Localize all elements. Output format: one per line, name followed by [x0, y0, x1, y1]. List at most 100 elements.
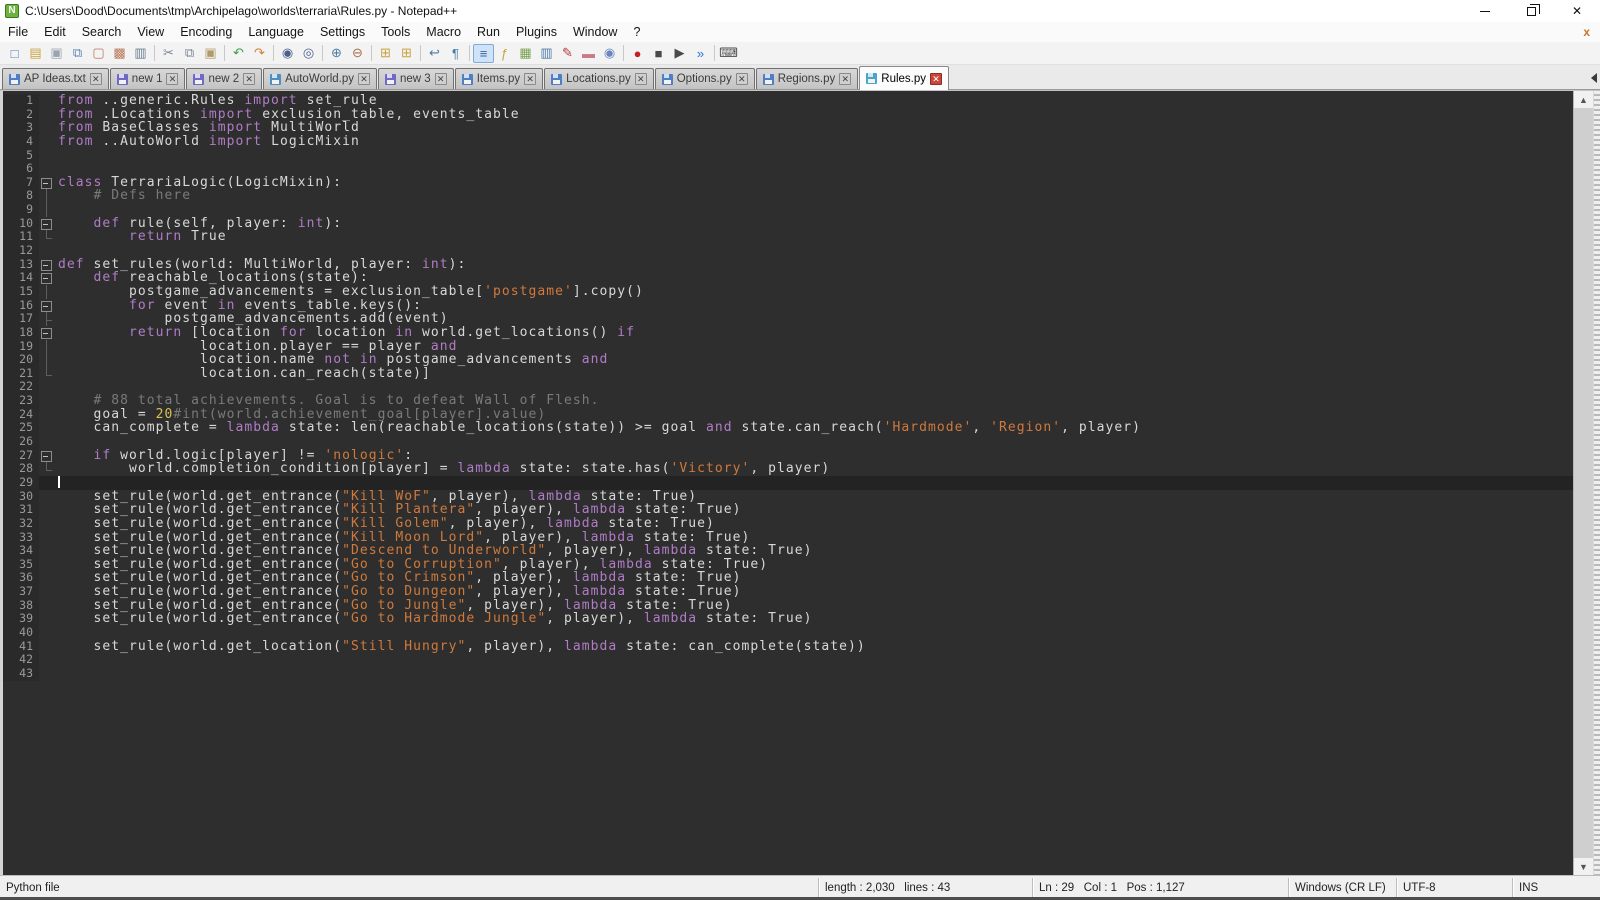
code-line[interactable]: 12 — [3, 244, 1573, 258]
line-number[interactable]: 31 — [3, 503, 39, 517]
code-line[interactable]: 16 for event in events_table.keys(): — [3, 299, 1573, 313]
redo-icon[interactable]: ↷ — [249, 44, 270, 63]
tab-close-icon[interactable]: ✕ — [524, 73, 536, 85]
line-number[interactable]: 19 — [3, 340, 39, 354]
fold-collapse-icon[interactable] — [39, 258, 54, 272]
menu-language[interactable]: Language — [240, 23, 312, 41]
line-number[interactable]: 32 — [3, 517, 39, 531]
line-number[interactable]: 33 — [3, 531, 39, 545]
code-line[interactable]: 31 set_rule(world.get_entrance("Kill Pla… — [3, 503, 1573, 517]
minimize-button[interactable] — [1462, 0, 1508, 22]
menu-macro[interactable]: Macro — [418, 23, 469, 41]
code-line[interactable]: 34 set_rule(world.get_entrance("Descend … — [3, 544, 1573, 558]
line-number[interactable]: 35 — [3, 558, 39, 572]
line-number[interactable]: 8 — [3, 189, 39, 203]
code-line[interactable]: 39 set_rule(world.get_entrance("Go to Ha… — [3, 612, 1573, 626]
menubar-close-doc-icon[interactable]: x — [1573, 25, 1600, 39]
tab-close-icon[interactable]: ✕ — [166, 73, 178, 85]
code-line[interactable]: 19 location.player == player and — [3, 340, 1573, 354]
tab-options-py[interactable]: Options.py✕ — [655, 68, 755, 89]
line-number[interactable]: 16 — [3, 299, 39, 313]
fold-collapse-icon[interactable] — [39, 299, 54, 313]
line-number[interactable]: 36 — [3, 571, 39, 585]
code-line[interactable]: 17 postgame_advancements.add(event) — [3, 312, 1573, 326]
fold-collapse-icon[interactable] — [39, 217, 54, 231]
restore-button[interactable] — [1508, 0, 1554, 22]
replace-icon[interactable]: ◎ — [298, 44, 319, 63]
menu-tools[interactable]: Tools — [373, 23, 418, 41]
word-wrap-icon[interactable]: ↩ — [424, 44, 445, 63]
code-line[interactable]: 25 can_complete = lambda state: len(reac… — [3, 421, 1573, 435]
code-line[interactable]: 11 return True — [3, 230, 1573, 244]
menu-file[interactable]: File — [0, 23, 36, 41]
code-line[interactable]: 37 set_rule(world.get_entrance("Go to Du… — [3, 585, 1573, 599]
code-line[interactable]: 41 set_rule(world.get_location("Still Hu… — [3, 640, 1573, 654]
save-icon[interactable]: ▣ — [46, 44, 67, 63]
menu-settings[interactable]: Settings — [312, 23, 373, 41]
close-button[interactable]: ✕ — [1554, 0, 1600, 22]
line-number[interactable]: 20 — [3, 353, 39, 367]
code-line[interactable]: 29 — [3, 476, 1573, 490]
fold-collapse-icon[interactable] — [39, 176, 54, 190]
line-number[interactable]: 30 — [3, 490, 39, 504]
save-all-icon[interactable]: ⧉ — [67, 44, 88, 63]
line-number[interactable]: 39 — [3, 612, 39, 626]
code-line[interactable]: 1from ..generic.Rules import set_rule — [3, 94, 1573, 108]
tab-close-icon[interactable]: ✕ — [839, 73, 851, 85]
line-number[interactable]: 13 — [3, 258, 39, 272]
code-line[interactable]: 13def set_rules(world: MultiWorld, playe… — [3, 258, 1573, 272]
tab-close-icon[interactable]: ✕ — [736, 73, 748, 85]
code-editor[interactable]: 1from ..generic.Rules import set_rule2fr… — [3, 91, 1573, 875]
sync-horizontal-icon[interactable]: ⊞ — [396, 44, 417, 63]
code-line[interactable]: 33 set_rule(world.get_entrance("Kill Moo… — [3, 531, 1573, 545]
close-doc-icon[interactable]: ▢ — [88, 44, 109, 63]
line-number[interactable]: 14 — [3, 271, 39, 285]
line-number[interactable]: 37 — [3, 585, 39, 599]
menu-help[interactable]: ? — [625, 23, 648, 41]
document-map-icon[interactable]: ▦ — [515, 44, 536, 63]
code-line[interactable]: 2from .Locations import exclusion_table,… — [3, 108, 1573, 122]
code-line[interactable]: 10 def rule(self, player: int): — [3, 217, 1573, 231]
line-number[interactable]: 11 — [3, 230, 39, 244]
code-line[interactable]: 38 set_rule(world.get_entrance("Go to Ju… — [3, 599, 1573, 613]
undo-icon[interactable]: ↶ — [228, 44, 249, 63]
line-number[interactable]: 3 — [3, 121, 39, 135]
tab-items-py[interactable]: Items.py✕ — [455, 68, 543, 89]
code-line[interactable]: 27 if world.logic[player] != 'nologic': — [3, 449, 1573, 463]
code-line[interactable]: 9 — [3, 203, 1573, 217]
code-line[interactable]: 5 — [3, 149, 1573, 163]
code-line[interactable]: 32 set_rule(world.get_entrance("Kill Gol… — [3, 517, 1573, 531]
line-number[interactable]: 27 — [3, 449, 39, 463]
zoom-out-icon[interactable]: ⊖ — [347, 44, 368, 63]
fold-collapse-icon[interactable] — [39, 271, 54, 285]
trim-trailing-icon[interactable]: ⌨ — [718, 44, 739, 63]
line-number[interactable]: 7 — [3, 176, 39, 190]
macro-play-icon[interactable]: ▶ — [669, 44, 690, 63]
copy-icon[interactable]: ⧉ — [179, 44, 200, 63]
macro-run-multiple-icon[interactable]: » — [690, 44, 711, 63]
line-number[interactable]: 25 — [3, 421, 39, 435]
code-line[interactable]: 23 # 88 total achievements. Goal is to d… — [3, 394, 1573, 408]
line-number[interactable]: 23 — [3, 394, 39, 408]
code-line[interactable]: 6 — [3, 162, 1573, 176]
menu-edit[interactable]: Edit — [36, 23, 74, 41]
line-number[interactable]: 42 — [3, 653, 39, 667]
document-list-icon[interactable]: ▥ — [536, 44, 557, 63]
zoom-in-icon[interactable]: ⊕ — [326, 44, 347, 63]
code-line[interactable]: 18 return [location for location in worl… — [3, 326, 1573, 340]
show-all-characters-icon[interactable]: ¶ — [445, 44, 466, 63]
find-icon[interactable]: ◉ — [277, 44, 298, 63]
line-number[interactable]: 34 — [3, 544, 39, 558]
code-line[interactable]: 4from ..AutoWorld import LogicMixin — [3, 135, 1573, 149]
function-list-icon[interactable]: ƒ — [494, 44, 515, 63]
line-number[interactable]: 29 — [3, 476, 39, 490]
code-line[interactable]: 30 set_rule(world.get_entrance("Kill WoF… — [3, 490, 1573, 504]
tab-rules-py[interactable]: Rules.py✕ — [859, 66, 949, 90]
menu-search[interactable]: Search — [74, 23, 130, 41]
line-number[interactable]: 1 — [3, 94, 39, 108]
code-line[interactable]: 24 goal = 20#int(world.achievement_goal[… — [3, 408, 1573, 422]
line-number[interactable]: 10 — [3, 217, 39, 231]
macro-record-icon[interactable]: ● — [627, 44, 648, 63]
tab-new-1[interactable]: new 1✕ — [110, 68, 186, 89]
print-icon[interactable]: ▥ — [130, 44, 151, 63]
